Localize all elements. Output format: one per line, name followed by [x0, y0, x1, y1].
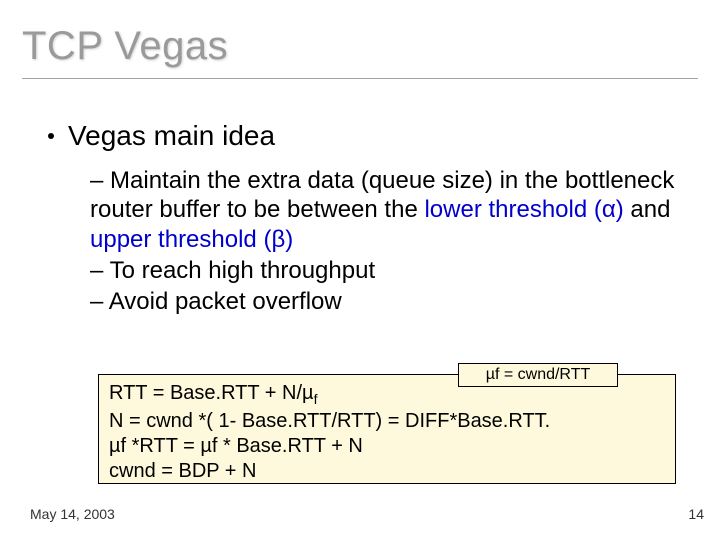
- formula-line-4: cwnd = BDP + N: [109, 459, 665, 484]
- sub1-mid: and: [624, 196, 671, 223]
- formula-l1-sub: f: [314, 391, 318, 407]
- title-underline: [22, 78, 698, 79]
- bullet-dot-icon: [48, 133, 54, 139]
- sub-bullets: – Maintain the extra data (queue size) i…: [90, 166, 680, 318]
- upper-threshold-label: upper threshold (β): [90, 226, 293, 253]
- sub-bullet-3: – Avoid packet overflow: [90, 287, 680, 316]
- page-number: 14: [688, 506, 704, 522]
- formula-line-2: N = cwnd *( 1- Base.RTT/RTT) = DIFF*Base…: [109, 409, 665, 434]
- main-bullet-text: Vegas main idea: [68, 120, 275, 151]
- formula-line-3: µf *RTT = µf * Base.RTT + N: [109, 434, 665, 459]
- slide: TCP Vegas Vegas main idea – Maintain the…: [0, 0, 720, 540]
- sub-bullet-2: – To reach high throughput: [90, 256, 680, 285]
- main-bullet: Vegas main idea: [48, 120, 275, 152]
- slide-title: TCP Vegas: [22, 24, 228, 69]
- lower-threshold-label: lower threshold (α): [424, 196, 623, 223]
- callout-box: µf = cwnd/RTT: [458, 363, 618, 387]
- sub-bullet-1: – Maintain the extra data (queue size) i…: [90, 166, 680, 254]
- formula-box: RTT = Base.RTT + N/µf N = cwnd *( 1- Bas…: [98, 374, 676, 484]
- formula-l1a: RTT = Base.RTT + N/µ: [109, 382, 314, 404]
- footer-date: May 14, 2003: [30, 506, 115, 522]
